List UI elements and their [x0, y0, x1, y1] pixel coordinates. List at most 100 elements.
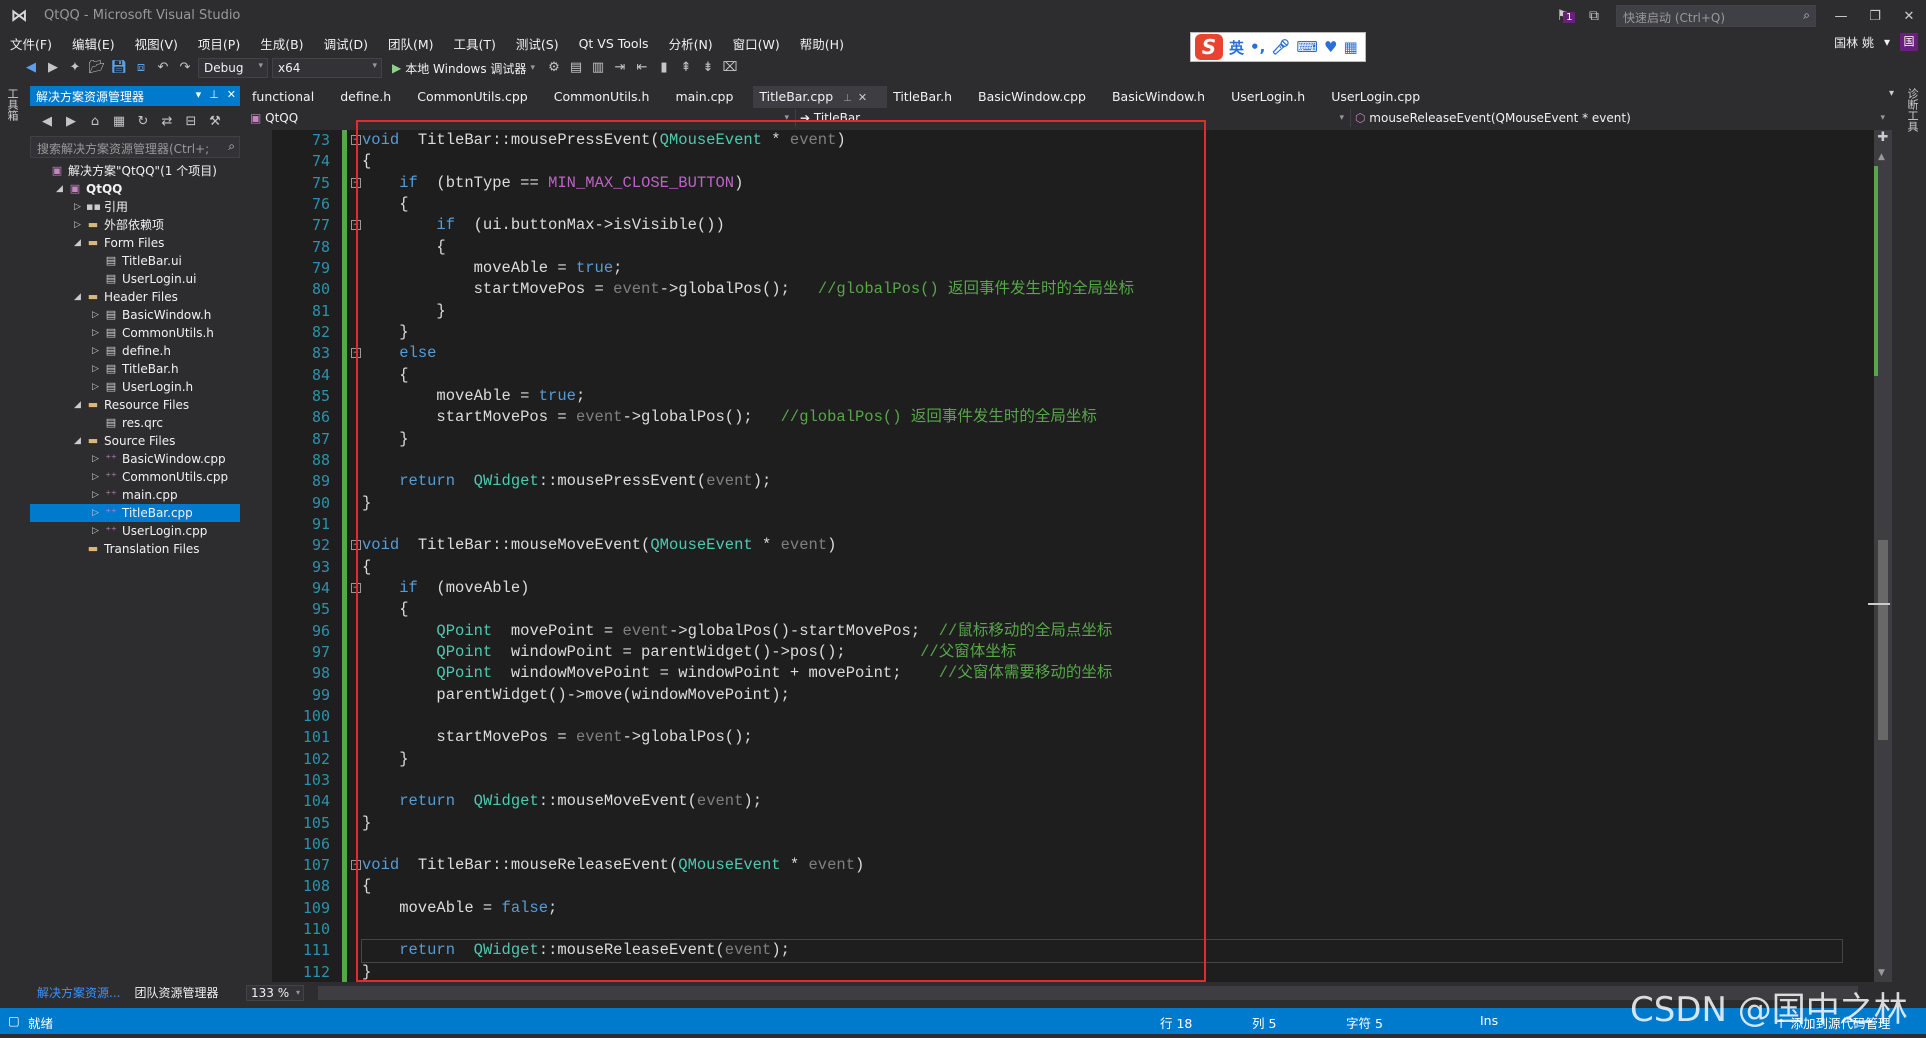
tab-overflow-icon[interactable]: ▾ — [1889, 88, 1894, 99]
scrollbar-thumb[interactable] — [1878, 540, 1888, 740]
collapse-all-icon[interactable]: ⊟ — [182, 113, 200, 131]
document-tab[interactable]: TitleBar.h — [887, 86, 972, 108]
tree-item[interactable]: ▷ ▤ define.h — [30, 342, 240, 360]
indent-icon[interactable]: ⇥ — [611, 59, 629, 77]
zoom-select[interactable]: 133 % ▾ — [246, 985, 304, 1001]
attach-icon[interactable]: ⚙ — [545, 59, 563, 77]
sync-icon[interactable]: ⇄ — [158, 113, 176, 131]
expand-icon[interactable]: ▷ — [92, 504, 102, 522]
prev-bookmark-icon[interactable]: ⇞ — [677, 59, 695, 77]
solution-explorer-header[interactable]: 解决方案资源管理器 ▾ ⊥ ✕ — [30, 86, 240, 106]
expand-icon[interactable]: ▷ — [92, 522, 102, 540]
menu-item-8[interactable]: 测试(S) — [506, 34, 569, 53]
menu-item-6[interactable]: 团队(M) — [378, 34, 444, 53]
document-tab[interactable]: UserLogin.h — [1225, 86, 1325, 108]
tree-item[interactable]: ▬ Translation Files — [30, 540, 240, 558]
pin-icon[interactable]: ⊥ — [843, 93, 852, 104]
menu-item-3[interactable]: 项目(P) — [188, 34, 250, 53]
tree-item[interactable]: ▷ ▤ BasicWindow.h — [30, 306, 240, 324]
tree-item[interactable]: ▷ ⁺⁺ TitleBar.cpp — [30, 504, 240, 522]
new-project-icon[interactable]: ✦ — [66, 59, 84, 77]
collapse-icon[interactable]: ◢ — [74, 288, 84, 306]
comment-icon[interactable]: ▤ — [567, 59, 585, 77]
bookmark-icon[interactable]: ▮ — [655, 59, 673, 77]
navigate-back-icon[interactable]: ◀ — [22, 59, 40, 77]
tree-item[interactable]: ▣ 解决方案"QtQQ"(1 个项目) — [30, 162, 240, 180]
expand-icon[interactable]: ▷ — [92, 324, 102, 342]
user-area[interactable]: 国林 姚 ▾ 国 — [1834, 33, 1918, 51]
close-button[interactable]: ✕ — [1892, 9, 1926, 24]
home-icon[interactable]: ⌂ — [86, 113, 104, 131]
tree-item[interactable]: ▷ ⁺⁺ BasicWindow.cpp — [30, 450, 240, 468]
switch-views-icon[interactable]: ▦ — [110, 113, 128, 131]
tree-item[interactable]: ▷ ▬ 外部依赖项 — [30, 216, 240, 234]
tree-item[interactable]: ▷ ▤ TitleBar.h — [30, 360, 240, 378]
next-bookmark-icon[interactable]: ⇟ — [699, 59, 717, 77]
menu-item-12[interactable]: 帮助(H) — [790, 34, 854, 53]
uncomment-icon[interactable]: ▥ — [589, 59, 607, 77]
indicator-margin[interactable] — [246, 130, 272, 982]
clear-bookmarks-icon[interactable]: ⌧ — [721, 59, 739, 77]
split-window-icon[interactable]: ✚ — [1874, 130, 1892, 148]
menu-item-9[interactable]: Qt VS Tools — [569, 36, 659, 51]
menu-item-7[interactable]: 工具(T) — [444, 34, 506, 53]
menu-item-0[interactable]: 文件(F) — [0, 34, 62, 53]
navigate-forward-icon[interactable]: ▶ — [44, 59, 62, 77]
solution-configuration-select[interactable]: Debug ▾ — [198, 58, 268, 78]
menu-item-11[interactable]: 窗口(W) — [723, 34, 790, 53]
collapse-icon[interactable]: ◢ — [74, 396, 84, 414]
collapse-icon[interactable]: ◢ — [74, 432, 84, 450]
back-icon[interactable]: ◀ — [38, 113, 56, 131]
expand-icon[interactable]: ▷ — [92, 342, 102, 360]
restore-button[interactable]: ❐ — [1858, 9, 1892, 24]
open-file-icon[interactable]: 📂︎ — [88, 59, 106, 77]
save-all-icon[interactable]: ⧈ — [132, 59, 150, 77]
close-icon[interactable]: ✕ — [858, 91, 867, 104]
forward-icon[interactable]: ▶ — [62, 113, 80, 131]
start-debugging-button[interactable]: ▶ 本地 Windows 调试器 ▾ — [386, 60, 541, 77]
document-tab[interactable]: BasicWindow.cpp — [972, 86, 1106, 108]
collapse-icon[interactable]: ◢ — [74, 234, 84, 252]
tree-item[interactable]: ◢ ▣ QtQQ — [30, 180, 240, 198]
menu-item-2[interactable]: 视图(V) — [125, 34, 188, 53]
document-tab[interactable]: BasicWindow.h — [1106, 86, 1225, 108]
document-tab[interactable]: CommonUtils.cpp — [411, 86, 548, 108]
vertical-scrollbar[interactable]: ▲ ▼ — [1868, 130, 1892, 982]
quick-launch-input[interactable]: 快速启动 (Ctrl+Q) ⌕ — [1616, 5, 1816, 27]
scroll-down-icon[interactable]: ▼ — [1878, 968, 1885, 978]
expand-icon[interactable]: ▷ — [74, 198, 84, 216]
feedback-button[interactable]: ⧉ — [1580, 8, 1608, 24]
expand-icon[interactable]: ▷ — [92, 378, 102, 396]
outdent-icon[interactable]: ⇤ — [633, 59, 651, 77]
solution-search-input[interactable]: 搜索解决方案资源管理器(Ctrl+; ⌕ — [30, 136, 240, 158]
pending-changes-icon[interactable]: ↻ — [134, 113, 152, 131]
toolbox-tab[interactable]: 工具箱 — [6, 88, 20, 121]
tree-item[interactable]: ▷ ⁺⁺ main.cpp — [30, 486, 240, 504]
tree-item[interactable]: ▷ ▤ UserLogin.h — [30, 378, 240, 396]
scroll-up-icon[interactable]: ▲ — [1878, 152, 1885, 162]
tree-item[interactable]: ◢ ▬ Resource Files — [30, 396, 240, 414]
save-icon[interactable]: 💾︎ — [110, 59, 128, 77]
document-tab[interactable]: TitleBar.cpp ⊥ ✕ — [753, 86, 888, 108]
expand-icon[interactable]: ▷ — [74, 216, 84, 234]
tree-item[interactable]: ▤ res.qrc — [30, 414, 240, 432]
collapse-icon[interactable]: ◢ — [56, 180, 66, 198]
diagnostic-tools-tab[interactable]: 诊断工具 — [1906, 88, 1920, 132]
menu-item-1[interactable]: 编辑(E) — [62, 34, 125, 53]
document-tab[interactable]: define.h — [334, 86, 411, 108]
expand-icon[interactable]: ▷ — [92, 450, 102, 468]
tree-item[interactable]: ▷ ▪▪ 引用 — [30, 198, 240, 216]
document-tab[interactable]: UserLogin.cpp — [1325, 86, 1440, 108]
document-tab[interactable]: CommonUtils.h — [548, 86, 670, 108]
expand-icon[interactable]: ▷ — [92, 306, 102, 324]
tree-item[interactable]: ▤ TitleBar.ui — [30, 252, 240, 270]
tree-item[interactable]: ▷ ⁺⁺ UserLogin.cpp — [30, 522, 240, 540]
panel-tab[interactable]: 解决方案资源... — [30, 982, 127, 1002]
tree-item[interactable]: ◢ ▬ Source Files — [30, 432, 240, 450]
member-dropdown[interactable]: ⬡ mouseReleaseEvent(QMouseEvent * event)… — [1351, 109, 1891, 127]
expand-icon[interactable]: ▷ — [92, 360, 102, 378]
tree-item[interactable]: ▤ UserLogin.ui — [30, 270, 240, 288]
properties-icon[interactable]: ⚒ — [206, 113, 224, 131]
panel-tab[interactable]: 团队资源管理器 — [127, 982, 225, 1002]
tree-item[interactable]: ◢ ▬ Form Files — [30, 234, 240, 252]
